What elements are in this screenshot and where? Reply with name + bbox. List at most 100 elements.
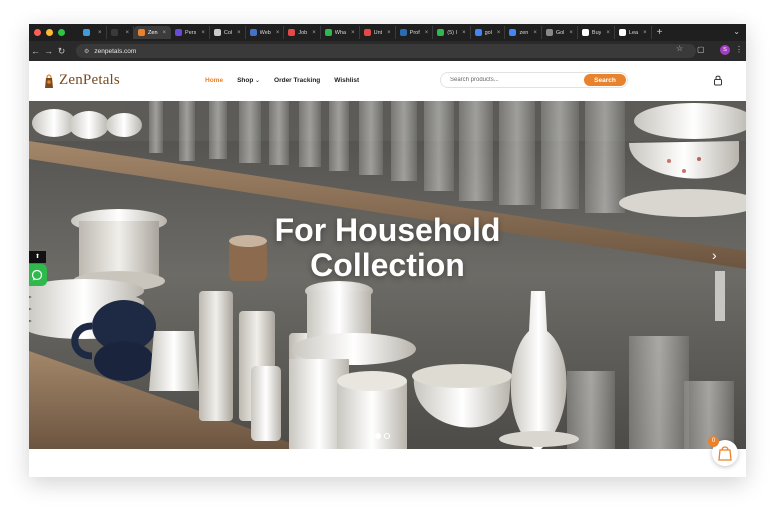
account-lock-icon[interactable] [712,74,724,86]
tab-favicon-icon [175,29,183,36]
logo-text: ZenPetals [59,72,120,88]
tab-close-icon[interactable]: × [497,30,501,36]
tab-favicon-icon [399,29,407,36]
hero-title: For Household Collection [29,213,746,283]
tab-favicon-icon [363,29,371,36]
tab-favicon-icon [110,29,118,36]
tab-favicon-icon [213,29,221,36]
tab-close-icon[interactable]: × [201,30,205,36]
slider-dot-2[interactable] [384,433,390,439]
tab-close-icon[interactable]: × [643,30,647,36]
side-scroll-tab[interactable]: ⬆ [29,251,46,263]
browser-tab[interactable]: gol × [471,26,506,39]
tab-title: Unt [373,29,383,36]
maximize-window-button[interactable] [58,29,65,36]
tab-favicon-icon [618,29,626,36]
tab-favicon-icon [545,29,553,36]
bookmark-star-icon[interactable]: ☆ [676,44,683,53]
search-button[interactable]: Search [584,74,626,86]
browser-tab[interactable]: zen × [505,26,542,39]
back-icon[interactable]: ← [29,46,42,56]
tab-title: Wha [334,29,347,36]
nav-order-tracking[interactable]: Order Tracking [274,77,320,84]
browser-tab[interactable]: Gol × [542,26,578,39]
tab-close-icon[interactable]: × [98,30,102,36]
minimize-window-button[interactable] [46,29,53,36]
nav-shop-label: Shop [237,77,254,84]
site-info-icon[interactable]: ⚙ [84,48,89,55]
browser-tab[interactable]: Col × [210,26,246,39]
tab-favicon-icon [249,29,257,36]
tab-close-icon[interactable]: × [312,30,316,36]
main-navigation: Home Shop ⌄ Order Tracking Wishlist [205,77,359,84]
tab-title: Lea [628,29,639,36]
tab-close-icon[interactable]: × [387,30,391,36]
browser-tab[interactable]: Lea × [615,26,652,39]
tab-title: Job [298,29,308,36]
browser-tab[interactable]: Wha × [321,26,360,39]
new-tab-button[interactable]: + [657,27,663,38]
nav-wishlist[interactable]: Wishlist [334,77,359,84]
browser-window: × × Zen × Pers × Col × Web × Job × Wha × Unt × Prof × (5) … [29,24,746,477]
tab-title: Prof [409,29,420,36]
slider-dot-1[interactable] [375,433,381,439]
tab-close-icon[interactable]: × [462,30,466,36]
tab-close-icon[interactable]: × [569,30,573,36]
search-bar: Search [440,72,628,88]
browser-tab[interactable]: Web × [246,26,285,39]
browser-tab[interactable]: Prof × [396,26,434,39]
profile-avatar[interactable]: S [720,45,730,55]
browser-tab[interactable]: Buy × [578,26,615,39]
whatsapp-icon [31,269,43,281]
tab-close-icon[interactable]: × [351,30,355,36]
whatsapp-float-button[interactable] [29,264,47,286]
tab-favicon-icon [83,29,90,36]
site-logo[interactable]: ZenPetals [43,72,120,89]
hero-slider: For Household Collection ‹ › [29,101,746,449]
tab-close-icon[interactable]: × [237,30,241,36]
address-bar-row: ← → ↻ ⚙ zenpetals.com ☆ ▢ S ⋮ [29,41,746,61]
tab-title: Col [223,29,233,36]
hero-title-line2: Collection [310,247,465,283]
browser-tab[interactable]: Unt × [360,26,396,39]
browser-tab[interactable]: (5) I × [433,26,471,39]
tab-search-icon[interactable]: ⌄ [733,27,740,36]
chevron-down-icon: ⌄ [253,78,261,84]
tab-title: zen [519,29,529,36]
tab-strip: × × Zen × Pers × Col × Web × Job × Wha × Unt × Prof × (5) … [29,24,746,41]
site-header: ZenPetals Home Shop ⌄ Order Tracking Wis… [29,61,746,101]
browser-tab[interactable]: Pers × [171,26,210,39]
tab-close-icon[interactable]: × [606,30,610,36]
tab-favicon-icon [509,29,517,36]
tab-close-icon[interactable]: × [163,30,167,36]
nav-home[interactable]: Home [205,77,223,84]
browser-tab[interactable]: Job × [284,26,321,39]
slider-next-arrow[interactable]: › [712,247,717,263]
search-input[interactable] [441,77,581,83]
browser-tab[interactable]: Zen × [134,26,172,39]
tab-close-icon[interactable]: × [425,30,429,36]
nav-shop[interactable]: Shop ⌄ [237,77,260,84]
forward-icon[interactable]: → [42,46,55,56]
cart-count-badge: 0 [708,436,719,447]
tab-title: gol [484,29,492,36]
browser-menu-icon[interactable]: ⋮ [735,45,743,54]
tab-favicon-icon [288,29,296,36]
close-window-button[interactable] [34,29,41,36]
reload-icon[interactable]: ↻ [55,46,68,57]
browser-tab[interactable]: × [107,26,135,39]
window-controls [29,29,79,36]
tabs-list: × × Zen × Pers × Col × Web × Job × Wha × Unt × Prof × (5) … [79,26,652,39]
tab-title: Zen [148,29,158,36]
slider-dots [375,433,390,439]
browser-tab[interactable]: × [79,26,107,39]
tab-title: Gol [555,29,565,36]
url-field[interactable]: ⚙ zenpetals.com [76,44,696,58]
tab-close-icon[interactable]: × [276,30,280,36]
tab-title: Web [259,29,271,36]
tab-close-icon[interactable]: × [533,30,537,36]
extensions-icon[interactable]: ▢ [697,45,705,54]
tab-favicon-icon [324,29,332,36]
tab-title: (5) I [447,29,458,36]
tab-close-icon[interactable]: × [126,30,130,36]
